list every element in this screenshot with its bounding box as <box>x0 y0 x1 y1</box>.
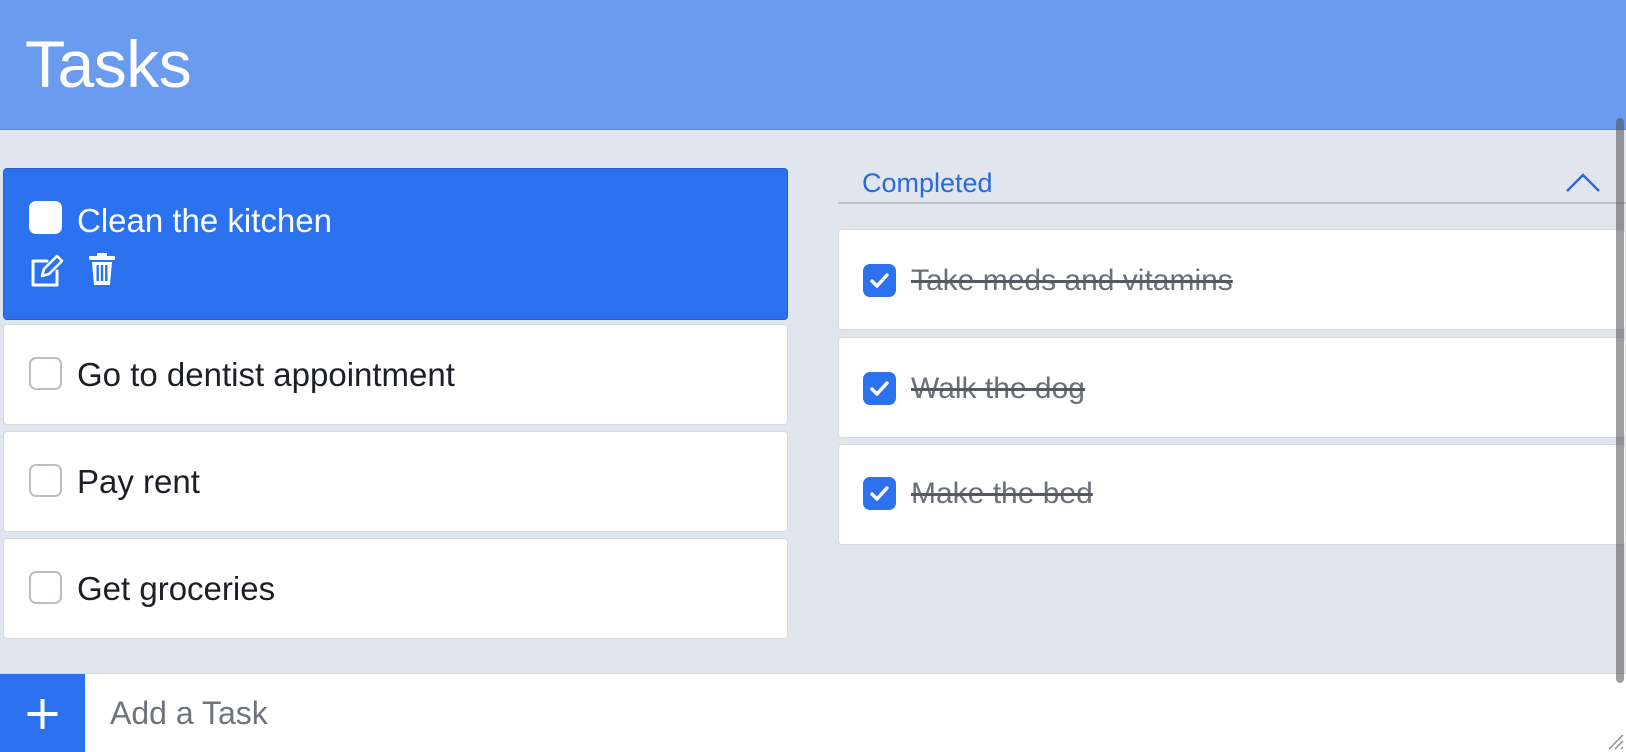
completed-section-header[interactable]: Completed <box>838 160 1626 204</box>
task-checkbox[interactable] <box>29 571 62 604</box>
plus-icon <box>27 699 58 729</box>
add-task-button[interactable] <box>0 674 85 752</box>
scrollbar[interactable] <box>1614 0 1626 752</box>
task-checkbox[interactable] <box>29 357 62 390</box>
checkmark-icon <box>870 486 889 501</box>
completed-checkbox[interactable] <box>863 372 896 405</box>
app-header: Tasks <box>0 0 1626 130</box>
task-label: Pay rent <box>77 463 200 500</box>
tasks-app: Tasks Clean the kitchen Go to dentist ap… <box>0 0 1626 752</box>
completed-checkbox[interactable] <box>863 264 896 297</box>
page-title: Tasks <box>25 27 192 101</box>
add-task-bar <box>0 673 1626 752</box>
completed-label: Walk the dog <box>911 372 1085 405</box>
checkmark-icon <box>870 381 889 396</box>
edit-icon[interactable] <box>29 253 65 289</box>
task-checkbox[interactable] <box>29 464 62 497</box>
task-item[interactable]: Go to dentist appointment <box>3 324 788 425</box>
task-label: Get groceries <box>77 570 276 607</box>
task-item[interactable]: Get groceries <box>3 538 788 639</box>
completed-label: Make the bed <box>911 477 1093 510</box>
chevron-up-icon[interactable] <box>1564 169 1602 195</box>
completed-label: Completed <box>862 168 993 198</box>
completed-item[interactable]: Make the bed <box>838 444 1626 545</box>
completed-label: Take meds and vitamins <box>911 264 1233 297</box>
add-task-input[interactable] <box>85 674 1626 752</box>
checkmark-icon <box>870 273 889 288</box>
task-label: Go to dentist appointment <box>77 356 455 393</box>
task-checkbox[interactable] <box>29 201 62 234</box>
scrollbar-thumb[interactable] <box>1616 118 1624 683</box>
task-label: Clean the kitchen <box>77 202 332 239</box>
completed-item[interactable]: Take meds and vitamins <box>838 229 1626 330</box>
completed-item[interactable]: Walk the dog <box>838 337 1626 438</box>
completed-checkbox[interactable] <box>863 477 896 510</box>
task-item[interactable]: Pay rent <box>3 431 788 532</box>
task-item-selected[interactable]: Clean the kitchen <box>3 168 788 320</box>
trash-icon[interactable] <box>86 251 122 287</box>
